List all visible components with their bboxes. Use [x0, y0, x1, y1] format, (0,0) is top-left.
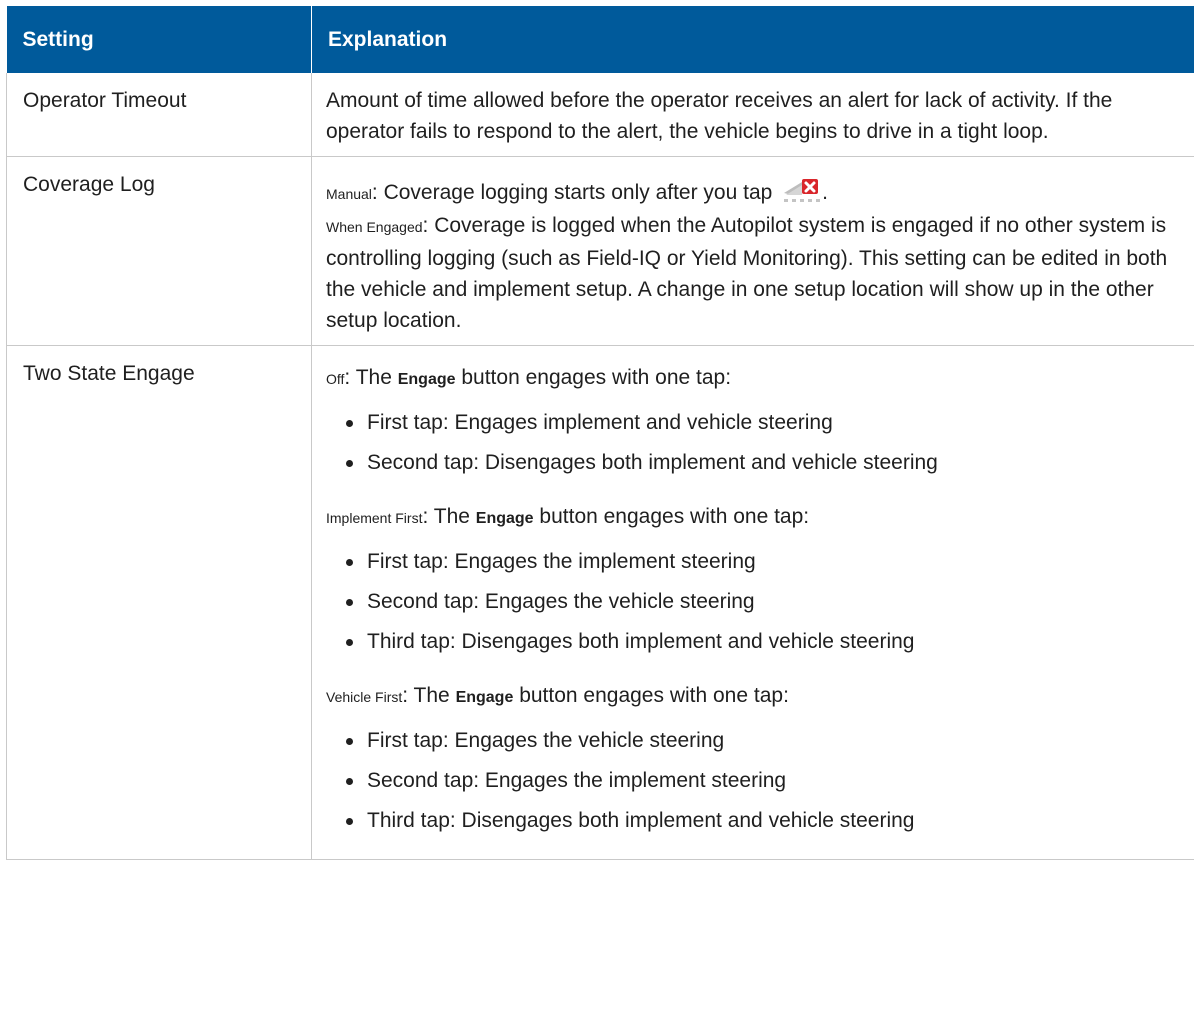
bullet-list: First tap: Engages implement and vehicle…	[326, 407, 1186, 487]
list-item-text: First tap: Engages the implement steerin…	[367, 550, 756, 573]
list-item-text: Second tap: Engages the implement steeri…	[367, 769, 787, 792]
option-text: : Coverage logging starts only after you…	[371, 181, 779, 204]
setting-name: Two State Engage	[6, 345, 312, 860]
list-item: First tap: Engages the implement steerin…	[336, 546, 1186, 586]
option-vehicle-first: Vehicle First: The Engage button engages…	[326, 680, 1186, 713]
table-row-operator-timeout: Operator Timeout Amount of time allowed …	[6, 73, 1194, 157]
list-item-text: Second tap: Disengages both implement an…	[367, 451, 938, 474]
option-text: : The	[402, 684, 456, 707]
list-item: Third tap: Disengages both implement and…	[336, 805, 1186, 845]
option-when-engaged: When Engaged: Coverage is logged when th…	[326, 210, 1186, 336]
list-item: Second tap: Engages the vehicle steering	[336, 586, 1186, 626]
setting-name: Operator Timeout	[6, 73, 312, 157]
list-item-text: Third tap: Disengages both implement and…	[367, 630, 915, 653]
setting-explanation: Amount of time allowed before the operat…	[311, 73, 1194, 157]
list-item-text: Second tap: Engages the vehicle steering	[367, 590, 755, 613]
option-term: Off	[326, 371, 345, 387]
option-term: Implement First	[326, 510, 423, 526]
option-text: : Coverage is logged when the Autopilot …	[326, 214, 1168, 332]
bullet-icon	[346, 420, 353, 427]
explanation-text: Amount of time allowed before the operat…	[326, 89, 1113, 143]
header-explanation: Explanation	[311, 6, 1194, 73]
list-item-text: Third tap: Disengages both implement and…	[367, 809, 915, 832]
option-term: Vehicle First	[326, 689, 403, 705]
bullet-icon	[346, 599, 353, 606]
engage-button-label: Engage	[397, 371, 456, 388]
bullet-icon	[346, 818, 353, 825]
list-item: First tap: Engages the vehicle steering	[336, 725, 1186, 765]
list-item: Second tap: Engages the implement steeri…	[336, 765, 1186, 805]
engage-button-label: Engage	[455, 689, 514, 706]
bullet-icon	[346, 460, 353, 467]
option-text: button engages with one tap:	[513, 684, 789, 707]
list-item: Third tap: Disengages both implement and…	[336, 626, 1186, 666]
engage-button-label: Engage	[475, 510, 534, 527]
option-text: : The	[422, 505, 476, 528]
table-row-coverage-log: Coverage Log Manual: Coverage logging st…	[6, 156, 1194, 346]
bullet-icon	[346, 559, 353, 566]
settings-table: Setting Explanation Operator Timeout Amo…	[6, 6, 1194, 860]
setting-name: Coverage Log	[6, 156, 312, 346]
option-off: Off: The Engage button engages with one …	[326, 362, 1186, 395]
bullet-icon	[346, 639, 353, 646]
table-header-row: Setting Explanation	[6, 6, 1194, 73]
bullet-icon	[346, 738, 353, 745]
option-term: When Engaged	[326, 219, 423, 235]
header-setting: Setting	[6, 6, 312, 73]
bullet-icon	[346, 778, 353, 785]
coverage-log-icon	[782, 177, 822, 203]
option-text-end: .	[822, 181, 828, 204]
option-text: button engages with one tap:	[455, 366, 732, 389]
list-item-text: First tap: Engages implement and vehicle…	[367, 411, 833, 434]
list-item-text: First tap: Engages the vehicle steering	[367, 729, 725, 752]
bullet-list: First tap: Engages the implement steerin…	[326, 546, 1186, 666]
list-item: Second tap: Disengages both implement an…	[336, 447, 1186, 487]
option-implement-first: Implement First: The Engage button engag…	[326, 501, 1186, 534]
setting-explanation: Manual: Coverage logging starts only aft…	[311, 156, 1194, 346]
setting-explanation: Off: The Engage button engages with one …	[311, 345, 1194, 860]
list-item: First tap: Engages implement and vehicle…	[336, 407, 1186, 447]
option-text: : The	[344, 366, 398, 389]
option-manual: Manual: Coverage logging starts only aft…	[326, 177, 1186, 210]
table-row-two-state-engage: Two State Engage Off: The Engage button …	[6, 345, 1194, 860]
settings-table-wrapper: Setting Explanation Operator Timeout Amo…	[6, 6, 1194, 860]
option-term: Manual	[326, 186, 372, 202]
option-text: button engages with one tap:	[533, 505, 810, 528]
bullet-list: First tap: Engages the vehicle steering …	[326, 725, 1186, 845]
